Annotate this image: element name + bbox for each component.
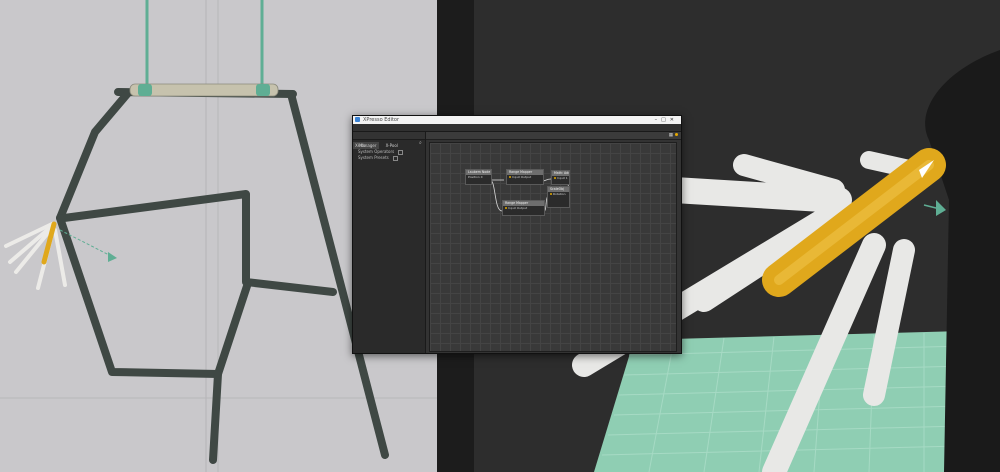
bar-clamp-left: [138, 84, 152, 96]
axis-arrow-icon: [108, 252, 117, 262]
xpresso-editor-window[interactable]: XPresso Editor –□✕ File Edit Layout View…: [352, 115, 682, 354]
node-port[interactable]: Position X: [466, 175, 491, 179]
trapeze-bar: [129, 83, 279, 97]
list-item-label: Info: [358, 143, 366, 148]
node-math[interactable]: Math: Add Input 1: [551, 170, 570, 185]
list-item-label: System Presets: [358, 155, 389, 160]
node-object[interactable]: Laubem Node Position X: [465, 169, 492, 185]
window-titlebar[interactable]: XPresso Editor –□✕: [353, 116, 681, 124]
node-graph-canvas[interactable]: Laubem Node Position X Range Mapper Inpu…: [429, 142, 677, 352]
panel-tabs: X-Manager X-Pool: [353, 132, 425, 149]
node-port-label: Position X: [468, 175, 483, 179]
app-icon: [355, 117, 360, 122]
node-port[interactable]: Input Output: [503, 206, 544, 210]
menu-bar: File Edit Layout View Custom Calculate: [353, 124, 681, 141]
node-port-label: Output: [516, 206, 528, 210]
grid-icon[interactable]: ▦: [669, 133, 673, 138]
node-port-label: Input 1: [557, 176, 568, 180]
checkbox[interactable]: [392, 155, 398, 161]
window-controls[interactable]: –□✕: [655, 116, 678, 124]
editor-header-controls[interactable]: ▦: [669, 132, 678, 139]
window-title: XPresso Editor: [363, 117, 400, 123]
node-port-label: Rotation: [553, 192, 566, 196]
port-pin-icon[interactable]: [554, 177, 556, 179]
editor-header: XGroup ▦: [426, 132, 681, 149]
checkbox[interactable]: [398, 149, 404, 155]
node-range-mapper-2[interactable]: Range Mapper Input Output: [502, 200, 545, 216]
tab-x-pool[interactable]: X-Pool: [384, 142, 400, 149]
node-target-object[interactable]: ScaleObj Rotation: [547, 186, 570, 208]
tube-fan-left: [4, 221, 67, 290]
node-port[interactable]: Input Output: [507, 175, 543, 179]
node-range-mapper-1[interactable]: Range Mapper Input Output: [506, 169, 544, 185]
list-item-label: System Operators: [358, 149, 395, 154]
xgroup-editor-panel: XGroup ▦ Laubem Node Position X Rang: [426, 132, 681, 353]
port-pin-icon[interactable]: [509, 176, 511, 178]
bar-clamp-right: [256, 84, 270, 96]
node-port[interactable]: Input 1: [552, 176, 569, 180]
frame-tubes: [56, 88, 389, 464]
search-icon[interactable]: ⌕: [419, 140, 422, 146]
status-dot-icon: [675, 133, 678, 136]
port-pin-icon[interactable]: [550, 193, 552, 195]
node-port-label: Input: [512, 175, 520, 179]
port-pin-icon[interactable]: [505, 207, 507, 209]
list-item[interactable]: System Presets: [353, 155, 425, 161]
node-port-label: Input: [508, 206, 516, 210]
node-port[interactable]: Rotation: [548, 192, 569, 196]
node-port-label: Output: [520, 175, 532, 179]
axis-arrow-icon-right: [936, 200, 946, 216]
close-icon[interactable]: ✕: [670, 117, 678, 123]
maximize-icon[interactable]: □: [661, 117, 670, 123]
x-manager-panel: X-Manager X-Pool ⌕ Info System Operators…: [353, 132, 426, 353]
